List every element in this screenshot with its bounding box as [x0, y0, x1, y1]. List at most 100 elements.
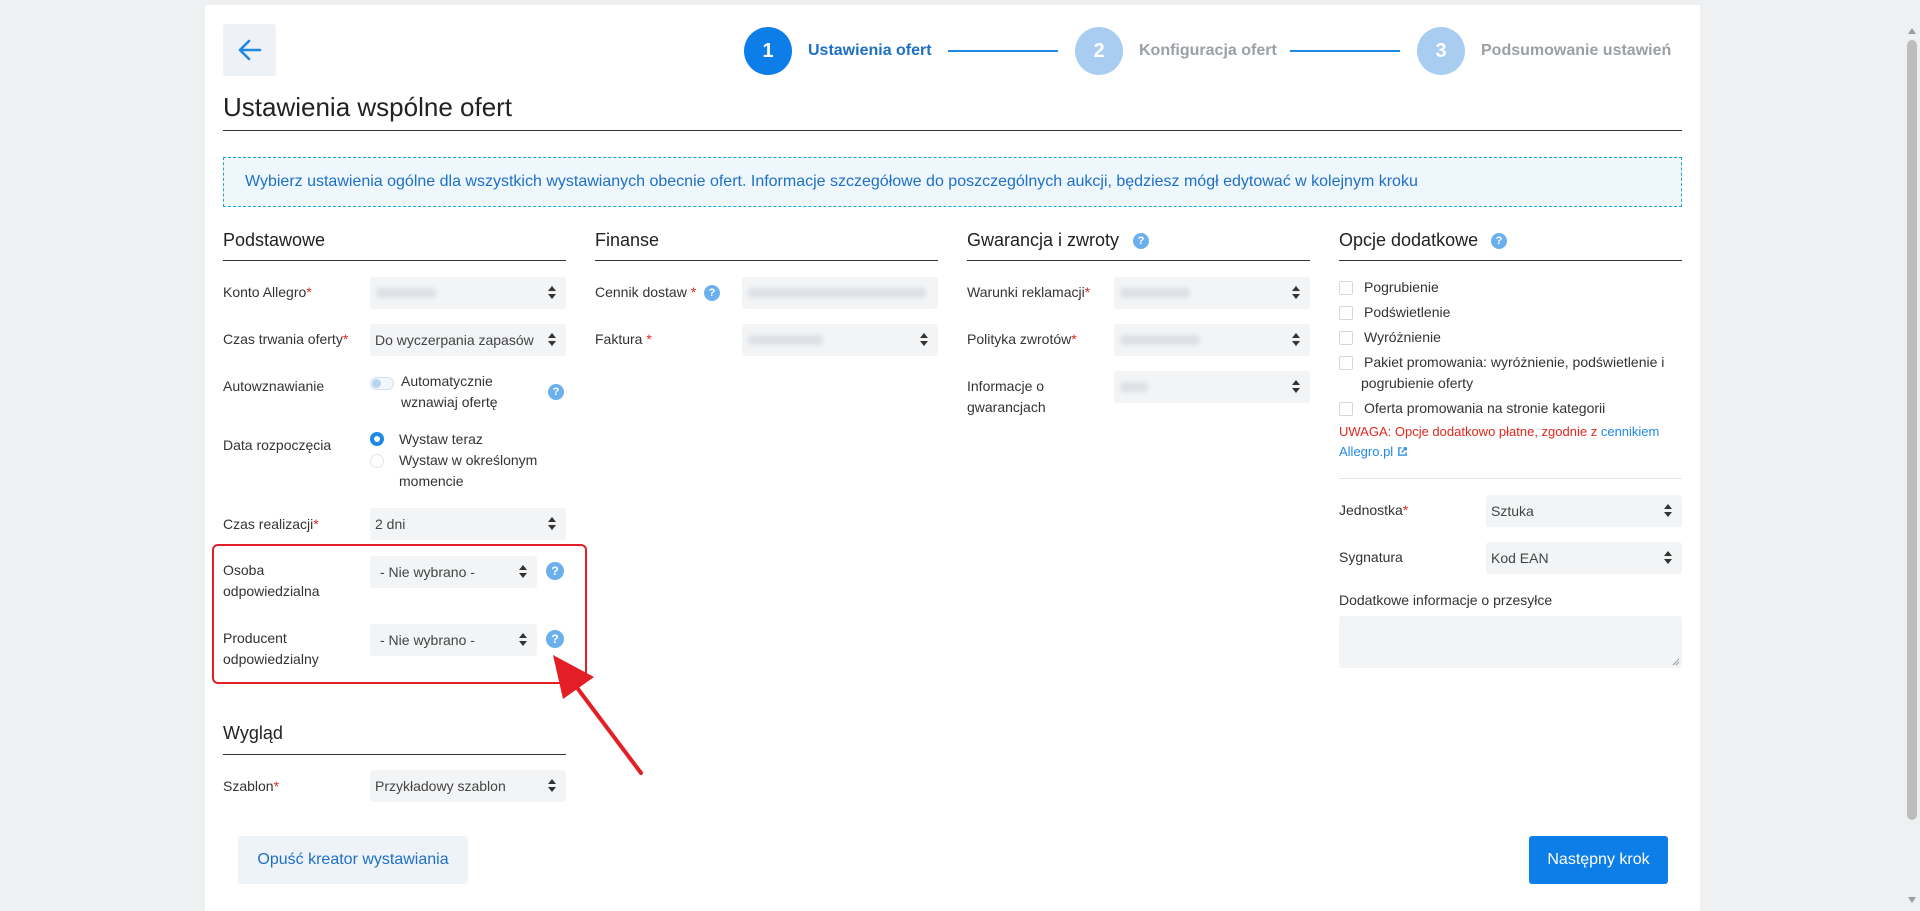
czas-trwania-select[interactable]: Do wyczerpania zapasów [370, 324, 566, 356]
radio-wystaw-w-momencie[interactable] [370, 454, 384, 468]
scrollbar-thumb[interactable] [1907, 40, 1917, 820]
konto-label: Konto Allegro* [223, 282, 312, 303]
checkbox-pakiet-promowania[interactable] [1339, 356, 1353, 370]
szablon-label-text: Szablon [223, 778, 274, 794]
section-title-podstawowe: Podstawowe [223, 230, 326, 250]
jednostka-select[interactable]: Sztuka [1486, 495, 1682, 527]
dodatkowe-label: Dodatkowe informacje o przesyłce [1339, 592, 1553, 608]
blurred-value [748, 335, 823, 345]
leave-wizard-button[interactable]: Opuść kreator wystawiania [238, 836, 468, 884]
section-divider-podstawowe [223, 260, 566, 261]
informacje-label: Informacje o gwarancjach [967, 378, 1046, 415]
cennik-label-text: Cennik dostaw [595, 284, 687, 300]
blurred-value [748, 288, 926, 298]
blurred-value [1120, 288, 1190, 298]
data-rozpoczecia-label: Data rozpoczęcia [223, 437, 332, 453]
polityka-select[interactable] [1114, 324, 1310, 356]
sygnatura-value: Kod EAN [1491, 550, 1549, 566]
required-mark: * [1084, 284, 1091, 300]
step-2-circle: 2 [1075, 27, 1123, 75]
select-arrows-icon [1292, 286, 1300, 300]
sygnatura-select[interactable]: Kod EAN [1486, 542, 1682, 574]
step-1-circle: 1 [744, 27, 792, 75]
jednostka-value: Sztuka [1491, 503, 1534, 519]
dodatkowe-textarea[interactable] [1339, 616, 1682, 668]
select-arrows-icon [548, 333, 556, 347]
select-arrows-icon [548, 517, 556, 531]
blurred-value [1120, 382, 1148, 392]
radio-wystaw-teraz-label: Wystaw teraz [399, 431, 483, 447]
select-arrows-icon [1292, 380, 1300, 394]
paid-options-warning: UWAGA: Opcje dodatkowo płatne, zgodnie z… [1339, 422, 1679, 462]
szablon-select[interactable]: Przykładowy szablon [370, 770, 566, 802]
required-mark: * [313, 516, 319, 532]
next-step-button[interactable]: Następny krok [1529, 836, 1668, 884]
faktura-label-text: Faktura [595, 331, 643, 347]
back-button[interactable] [223, 24, 276, 76]
warunki-label: Warunki reklamacji* [967, 282, 1090, 303]
warunki-select[interactable] [1114, 277, 1310, 309]
faktura-select[interactable] [742, 324, 938, 356]
checkbox-oferta-promowania-label: Oferta promowania na stronie kategorii [1364, 400, 1606, 416]
step-2-label: Konfiguracja ofert [1139, 42, 1277, 59]
section-divider-finanse [595, 260, 938, 261]
step-connector-1 [948, 50, 1058, 52]
checkbox-podswietlenie[interactable] [1339, 306, 1353, 320]
help-icon[interactable]: ? [548, 384, 564, 400]
step-3-label: Podsumowanie ustawień [1481, 42, 1672, 59]
step-3-number: 3 [1435, 39, 1447, 62]
warning-text: UWAGA: Opcje dodatkowo płatne, zgodnie z [1339, 424, 1598, 439]
czas-trwania-value: Do wyczerpania zapasów [375, 332, 534, 348]
blurred-value [376, 288, 436, 298]
help-icon[interactable]: ? [704, 285, 720, 301]
informacje-select[interactable] [1114, 371, 1310, 403]
autownawianie-toggle[interactable] [370, 377, 394, 390]
checkbox-pogrubienie-label: Pogrubienie [1364, 279, 1439, 295]
czas-realizacji-select[interactable]: 2 dni [370, 508, 566, 540]
cennik-select[interactable] [742, 277, 938, 309]
checkbox-wyroznienie[interactable] [1339, 331, 1353, 345]
radio-wystaw-teraz[interactable] [370, 432, 384, 446]
checkbox-wyroznienie-label: Wyróżnienie [1364, 329, 1441, 345]
checkbox-pogrubienie[interactable] [1339, 281, 1353, 295]
scroll-up-icon[interactable] [1907, 26, 1917, 36]
select-arrows-icon [920, 333, 928, 347]
help-icon[interactable]: ? [1491, 233, 1507, 249]
autownawianie-label: Autowznawianie [223, 378, 325, 394]
required-mark: * [1402, 502, 1409, 518]
step-1-label: Ustawienia ofert [808, 42, 932, 59]
konto-label-text: Konto Allegro [223, 284, 307, 300]
required-mark: * [690, 284, 697, 300]
step-1-number: 1 [762, 39, 774, 62]
resize-handle-icon [1672, 658, 1680, 666]
arrow-left-icon [238, 39, 261, 61]
section-title-gwarancja: Gwarancja i zwroty [967, 230, 1120, 250]
polityka-label-text: Polityka zwrotów [967, 331, 1072, 347]
select-arrows-icon [1664, 551, 1672, 565]
szablon-label: Szablon* [223, 776, 279, 797]
jednostka-label-text: Jednostka [1339, 502, 1403, 518]
help-glyph: ? [552, 386, 560, 398]
cennik-label: Cennik dostaw * [595, 282, 696, 303]
radio-wystaw-w-momencie-label: Wystaw w określonym momencie [399, 452, 538, 489]
title-divider [223, 130, 1682, 131]
checkbox-pakiet-promowania-label: Pakiet promowania: wyróżnienie, podświet… [1361, 354, 1665, 391]
czas-trwania-label-text: Czas trwania oferty [223, 331, 343, 347]
faktura-label: Faktura * [595, 329, 652, 350]
help-icon[interactable]: ? [1133, 233, 1149, 249]
checkbox-podswietlenie-label: Podświetlenie [1364, 304, 1451, 320]
select-arrows-icon [548, 286, 556, 300]
scroll-down-icon[interactable] [1907, 895, 1917, 905]
warunki-label-text: Warunki reklamacji [967, 284, 1085, 300]
checkbox-oferta-promowania[interactable] [1339, 402, 1353, 416]
annotation-arrow-icon [553, 655, 643, 775]
czas-trwania-label: Czas trwania oferty* [223, 329, 348, 350]
required-mark: * [646, 331, 652, 347]
konto-select[interactable] [370, 277, 566, 309]
szablon-value: Przykładowy szablon [375, 778, 506, 794]
page-title: Ustawienia wspólne ofert [223, 92, 513, 122]
step-3-circle: 3 [1417, 27, 1465, 75]
czas-realizacji-value: 2 dni [375, 516, 406, 532]
section-title-finanse: Finanse [595, 230, 660, 250]
required-mark: * [273, 778, 280, 794]
